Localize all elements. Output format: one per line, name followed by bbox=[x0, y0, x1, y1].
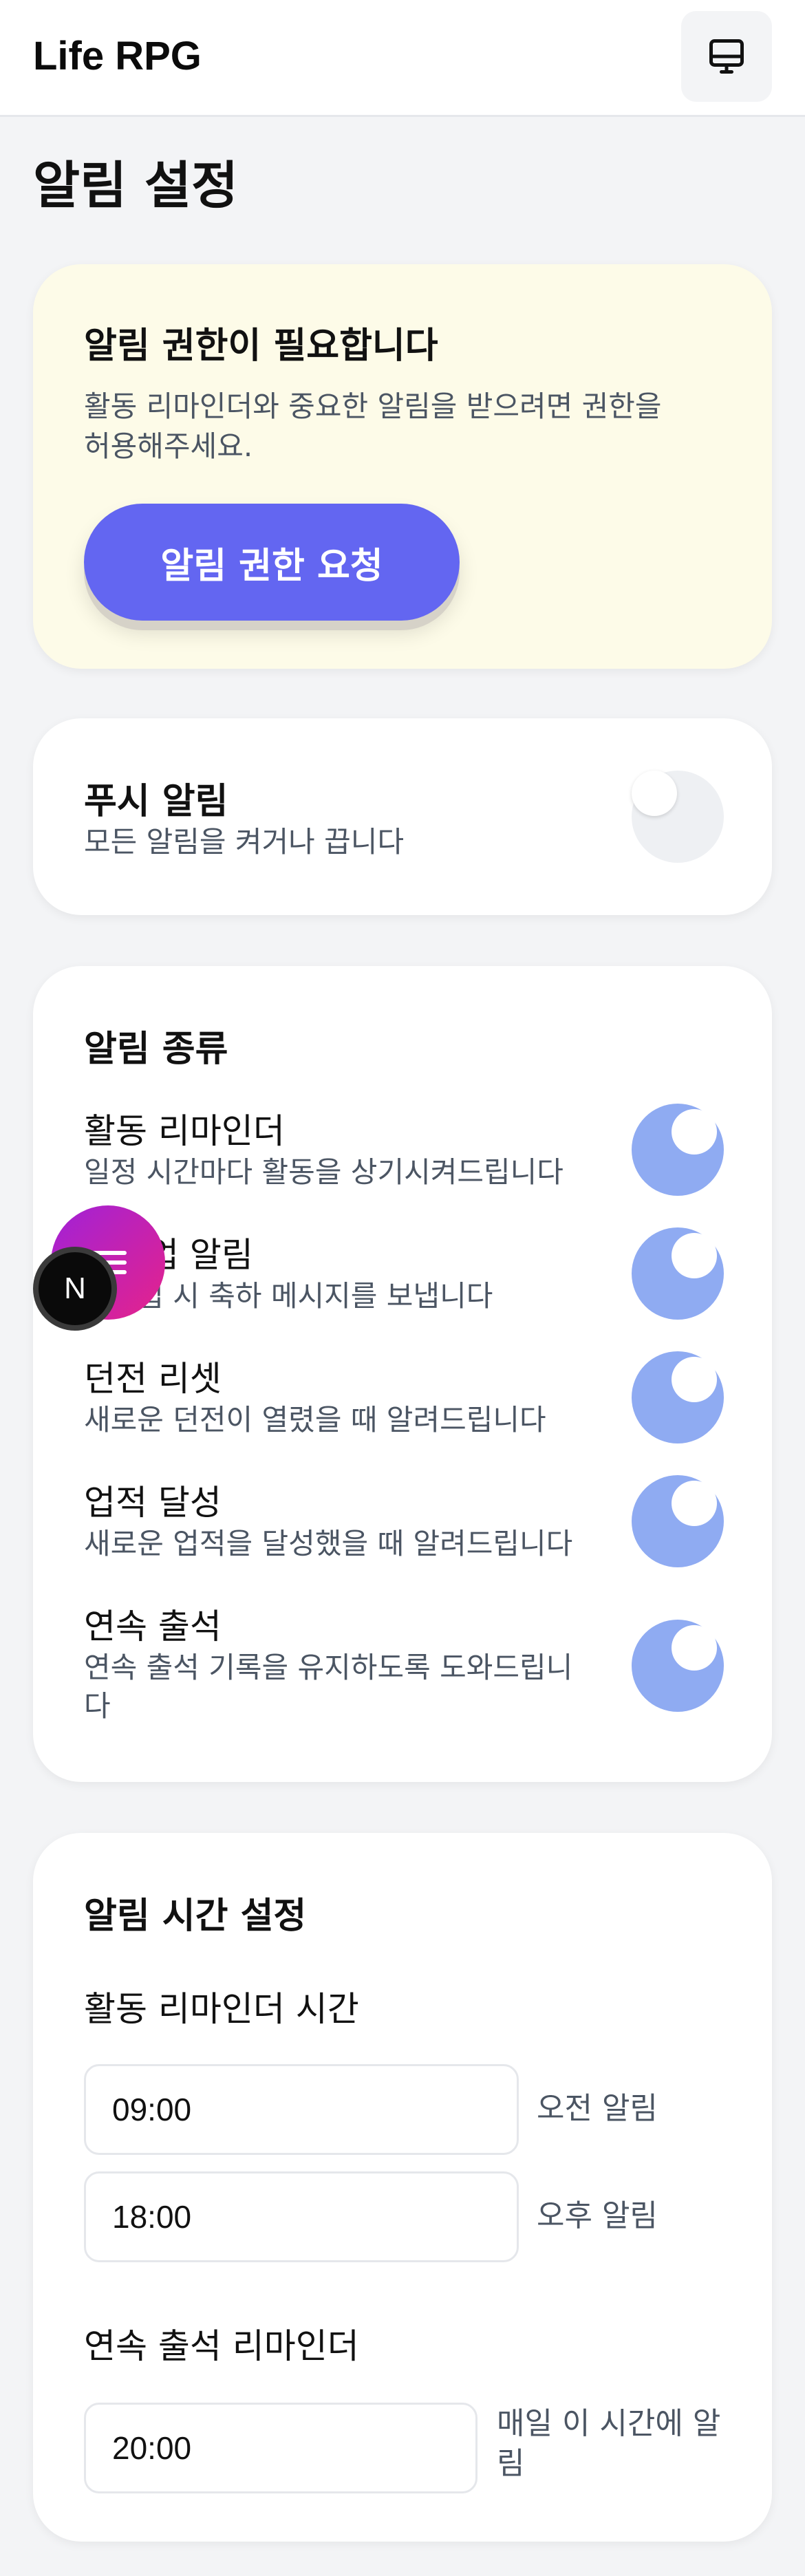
evening-time-input[interactable]: 18:00 bbox=[84, 2171, 519, 2262]
push-card: 푸시 알림 모든 알림을 켜거나 끕니다 bbox=[33, 718, 772, 915]
toggle-knob bbox=[672, 1357, 717, 1402]
toggle-knob bbox=[672, 1109, 717, 1155]
toggle-knob bbox=[672, 1233, 717, 1278]
toggle-knob bbox=[672, 1625, 717, 1671]
request-permission-button[interactable]: 알림 권한 요청 bbox=[84, 504, 460, 621]
monitor-icon bbox=[709, 39, 744, 74]
type-label: 연속 출석 bbox=[84, 1607, 222, 1646]
streak-time-input[interactable]: 20:00 bbox=[84, 2403, 477, 2493]
toggle-knob bbox=[632, 771, 677, 816]
levelup-toggle[interactable] bbox=[632, 1227, 724, 1320]
permission-title: 알림 권한이 필요합니다 bbox=[84, 325, 438, 367]
streak-toggle[interactable] bbox=[632, 1620, 724, 1712]
achievement-toggle[interactable] bbox=[632, 1475, 724, 1567]
page-title: 알림 설정 bbox=[33, 156, 239, 215]
push-toggle[interactable] bbox=[632, 771, 724, 863]
notification-types-card: 알림 종류 활동 리마인더 일정 시간마다 활동을 상기시켜드립니다 레벨업 알… bbox=[33, 966, 772, 1782]
streak-time-label: 연속 출석 리마인더 bbox=[84, 2326, 359, 2366]
morning-time-input[interactable]: 09:00 bbox=[84, 2064, 519, 2155]
activity-reminder-toggle[interactable] bbox=[632, 1104, 724, 1196]
types-title: 알림 종류 bbox=[84, 1029, 228, 1070]
time-title: 알림 시간 설정 bbox=[84, 1896, 307, 1937]
streak-note-line1: 매일 이 시간에 알 bbox=[497, 2406, 721, 2441]
type-sub: 새로운 업적을 달성했을 때 알려드립니다 bbox=[84, 1527, 573, 1560]
type-sub: 일정 시간마다 활동을 상기시켜드립니다 bbox=[84, 1155, 564, 1189]
type-sub: 연속 출석 기록을 유지하도록 도와드립니 bbox=[84, 1651, 573, 1684]
evening-note: 오후 알림 bbox=[537, 2198, 658, 2233]
type-sub: 새로운 던전이 열렸을 때 알려드립니다 bbox=[84, 1403, 546, 1437]
type-label: 활동 리마인더 bbox=[84, 1111, 285, 1151]
permission-card: 알림 권한이 필요합니다 활동 리마인더와 중요한 알림을 받으려면 권한을 허… bbox=[33, 264, 772, 669]
toggle-knob bbox=[672, 1481, 717, 1526]
n-badge-icon[interactable]: N bbox=[33, 1247, 117, 1331]
dungeon-reset-toggle[interactable] bbox=[632, 1351, 724, 1443]
app-title: Life RPG bbox=[33, 34, 202, 78]
permission-description-line1: 활동 리마인더와 중요한 알림을 받으려면 권한을 bbox=[84, 389, 662, 423]
activity-time-label: 활동 리마인더 시간 bbox=[84, 1989, 359, 2029]
push-label: 푸시 알림 bbox=[84, 781, 228, 822]
streak-note-line2: 림 bbox=[497, 2446, 525, 2481]
type-label: 업적 달성 bbox=[84, 1483, 222, 1523]
time-settings-card: 알림 시간 설정 활동 리마인더 시간 09:00 오전 알림 18:00 오후… bbox=[33, 1833, 772, 2542]
top-bar: Life RPG bbox=[0, 0, 805, 117]
type-sub: 다 bbox=[84, 1689, 111, 1723]
morning-note: 오전 알림 bbox=[537, 2091, 658, 2126]
permission-description-line2: 허용해주세요. bbox=[84, 429, 253, 463]
monitor-button[interactable] bbox=[681, 11, 772, 102]
type-label: 던전 리셋 bbox=[84, 1359, 222, 1399]
push-sub: 모든 알림을 켜거나 끕니다 bbox=[84, 825, 405, 859]
